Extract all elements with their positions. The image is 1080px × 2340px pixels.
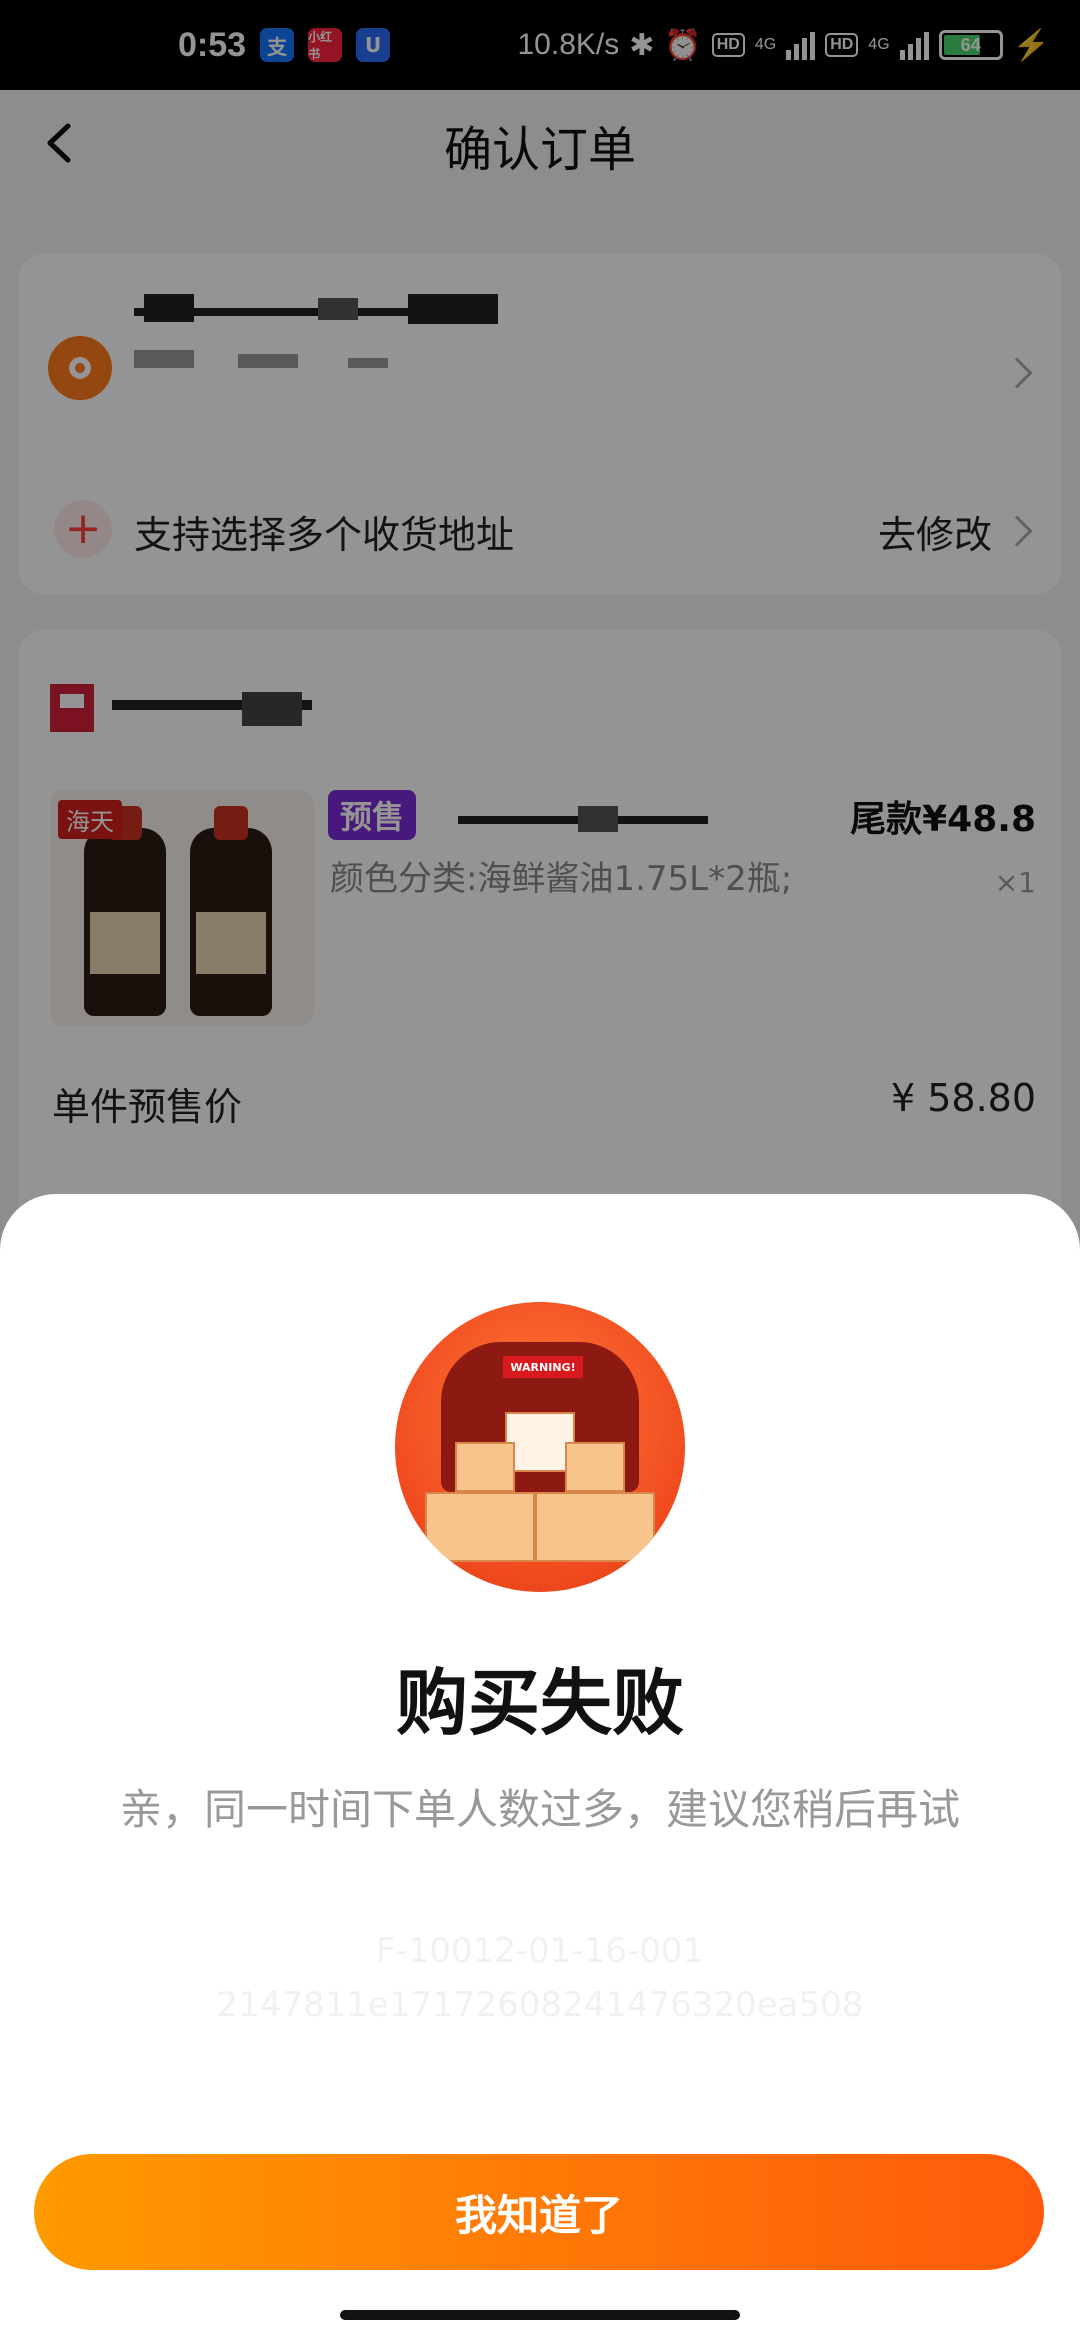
dialog-message: 亲，同一时间下单人数过多，建议您稍后再试: [119, 1785, 960, 1834]
warning-sign: WARNING!: [503, 1356, 583, 1378]
confirm-button[interactable]: 我知道了: [34, 2154, 1044, 2270]
purchase-failed-sheet: WARNING! 购买失败 亲，同一时间下单人数过多，建议您稍后再试 F-100…: [0, 1194, 1080, 2340]
error-code-line-1: F-10012-01-16-001: [375, 1931, 705, 1971]
warning-truck-illustration: WARNING!: [395, 1302, 685, 1592]
error-code: F-10012-01-16-001 2147811e17172608241476…: [0, 1924, 1080, 2032]
dialog-title: 购买失败: [395, 1661, 684, 1745]
error-code-line-2: 2147811e17172608241476320ea508: [216, 1985, 864, 2025]
home-indicator[interactable]: [340, 2310, 740, 2320]
